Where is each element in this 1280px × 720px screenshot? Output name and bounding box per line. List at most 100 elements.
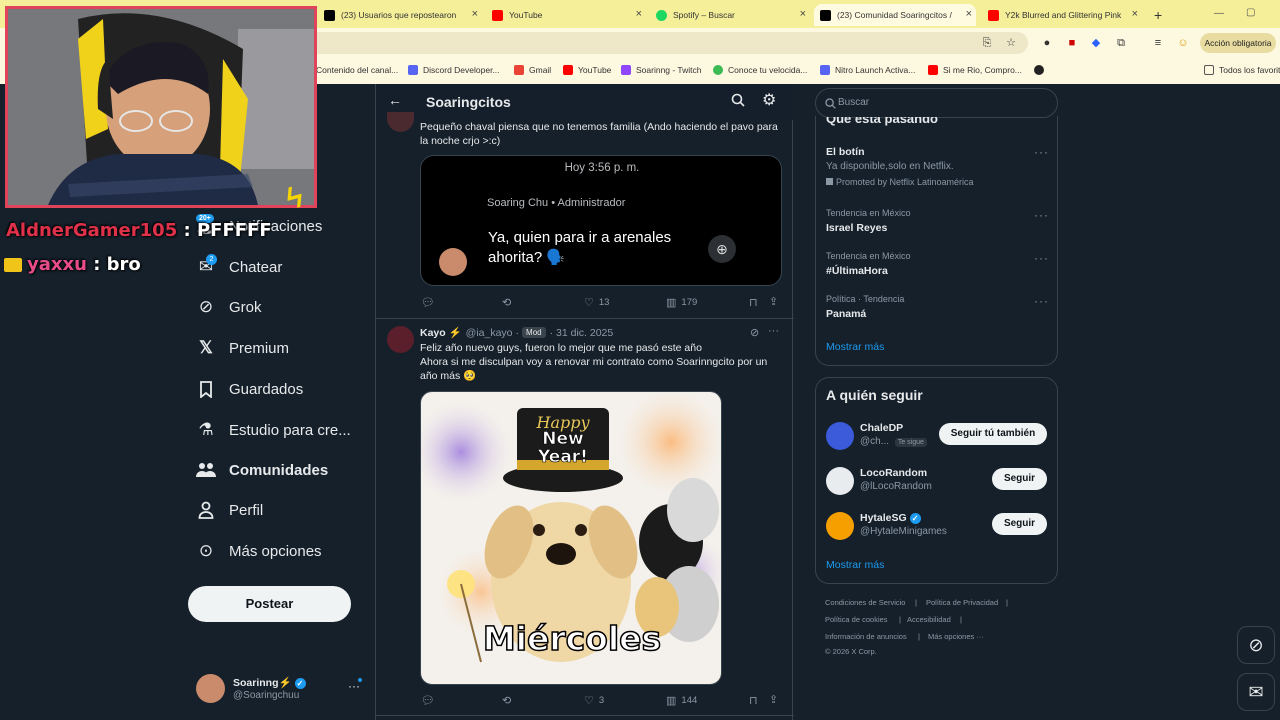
show-more-link[interactable]: Mostrar más: [826, 559, 884, 571]
footer-link[interactable]: Accesibilidad: [907, 615, 951, 624]
back-arrow-icon[interactable]: ←: [388, 92, 402, 108]
install-app-icon[interactable]: ⎘: [980, 36, 994, 50]
people-icon: [196, 460, 216, 480]
restore-icon[interactable]: ▢: [1246, 7, 1255, 18]
bookmark-item[interactable]: Nitro Launch Activa...: [820, 65, 915, 75]
follow-button[interactable]: Seguir: [992, 513, 1047, 535]
bookmark-item[interactable]: Gmail: [514, 65, 551, 75]
post-author-handle[interactable]: @ia_kayo: [466, 327, 513, 339]
grok-floating-button[interactable]: ⊘: [1237, 626, 1275, 664]
minimize-icon[interactable]: —: [1214, 8, 1224, 19]
like-button[interactable]: ♡ 13: [584, 296, 609, 309]
post-image[interactable]: Happy New Year! Miércoles: [420, 391, 722, 685]
avatar: [387, 112, 414, 132]
views-button[interactable]: ▥ 179: [666, 296, 697, 309]
all-bookmarks-folder[interactable]: Todos los favorit: [1204, 65, 1280, 75]
nav-premium[interactable]: 𝕏 Premium: [196, 333, 289, 363]
nav-communities[interactable]: Comunidades: [196, 455, 328, 485]
hat-text: Year!: [537, 447, 588, 467]
search-box[interactable]: Buscar: [815, 88, 1058, 118]
puzzle-icon[interactable]: ⧉: [1114, 36, 1128, 50]
close-tab-icon[interactable]: ×: [472, 8, 478, 20]
share-button[interactable]: ⇪: [769, 693, 783, 706]
repost-button[interactable]: ⟲: [502, 694, 516, 707]
address-bar[interactable]: ⎘ ☆: [300, 32, 1028, 54]
bookmark-item[interactable]: Discord Developer...: [408, 65, 500, 75]
like-button[interactable]: ♡ 3: [584, 694, 604, 707]
close-tab-icon[interactable]: ×: [636, 8, 642, 20]
footer-link[interactable]: Política de Privacidad: [926, 598, 998, 607]
bookmark-item[interactable]: Si me Rio, Compro...: [928, 65, 1022, 75]
post-date[interactable]: · 31 dic. 2025: [550, 327, 614, 339]
avatar: [826, 512, 854, 540]
close-tab-icon[interactable]: ×: [966, 8, 972, 20]
close-tab-icon[interactable]: ×: [800, 8, 806, 20]
messages-floating-button[interactable]: ✉: [1237, 673, 1275, 711]
grok-icon[interactable]: ⊘: [750, 326, 759, 339]
media-control-icon[interactable]: ≡: [1151, 36, 1165, 50]
post-author-name[interactable]: Kayo ⚡: [420, 326, 462, 339]
account-switcher[interactable]: Soarinng⚡ ✓ @Soaringchuu ···: [196, 674, 366, 708]
action-required-button[interactable]: Acción obligatoria: [1200, 33, 1276, 53]
bookmark-item[interactable]: YouTube: [563, 65, 611, 75]
views-button[interactable]: ▥ 144: [666, 694, 697, 707]
browser-tab[interactable]: (23) Usuarios que repostearon ×: [318, 4, 482, 26]
nav-more-options[interactable]: ⊙ Más opciones: [196, 536, 322, 566]
nav-profile[interactable]: Perfil: [196, 495, 263, 525]
bookmark-item[interactable]: Conoce tu velocida...: [713, 65, 807, 75]
nav-grok[interactable]: ⊘ Grok: [196, 292, 262, 322]
post-media[interactable]: Hoy 3:56 p. m. Soaring Chu • Administrad…: [420, 155, 782, 286]
follow-button[interactable]: Seguir: [992, 468, 1047, 490]
bookmark-item[interactable]: [1034, 65, 1049, 75]
star-icon[interactable]: ☆: [1004, 36, 1018, 50]
speedtest-icon: [713, 65, 723, 75]
bookmark-item[interactable]: Contenido del canal...: [316, 65, 398, 75]
browser-tab[interactable]: Spotify – Buscar ×: [650, 4, 810, 26]
search-icon[interactable]: [731, 93, 745, 107]
repost-button[interactable]: ⟲: [502, 296, 516, 309]
follow-suggestion[interactable]: ChaleDP @ch... Te sigue Seguir tú tambié…: [816, 418, 1059, 456]
follow-back-button[interactable]: Seguir tú también: [939, 423, 1047, 445]
nav-creator-studio[interactable]: ⚗ Estudio para cre...: [196, 415, 350, 445]
show-more-link[interactable]: Mostrar más: [826, 341, 884, 353]
footer-link[interactable]: Más opciones ···: [928, 632, 984, 641]
trend-item[interactable]: Tendencia en México Israel Reyes ···: [816, 205, 1059, 245]
profile-avatar-icon[interactable]: ☺: [1176, 36, 1190, 50]
new-tab-button[interactable]: +: [1148, 4, 1168, 26]
bookmark-button[interactable]: ⊓: [749, 694, 763, 707]
more-icon[interactable]: ···: [1034, 251, 1049, 265]
discord-icon: [408, 65, 418, 75]
extension-icon[interactable]: ●: [1040, 36, 1054, 50]
bookmark-item[interactable]: Soarinng - Twitch: [621, 65, 702, 75]
footer-separator: |: [960, 615, 962, 624]
suggestion-name: HytaleSG: [860, 512, 907, 524]
more-icon[interactable]: ···: [1034, 294, 1049, 308]
browser-tab[interactable]: Y2k Blurred and Glittering Pink ×: [982, 4, 1142, 26]
reply-button[interactable]: 💬︎: [421, 296, 440, 309]
add-reaction-icon[interactable]: ⊕: [708, 235, 736, 263]
share-button[interactable]: ⇪: [769, 295, 783, 308]
footer-link[interactable]: Política de cookies: [825, 615, 888, 624]
browser-tab[interactable]: YouTube ×: [486, 4, 646, 26]
more-icon[interactable]: ···: [1034, 145, 1049, 159]
close-tab-icon[interactable]: ×: [1132, 8, 1138, 20]
footer-link[interactable]: Condiciones de Servicio: [825, 598, 905, 607]
more-icon[interactable]: ···: [1034, 208, 1049, 222]
trend-item[interactable]: Política · Tendencia Panamá ···: [816, 291, 1059, 331]
reply-button[interactable]: 💬︎: [421, 694, 440, 707]
nav-bookmarks[interactable]: Guardados: [196, 374, 303, 404]
post-button[interactable]: Postear: [188, 586, 351, 622]
more-icon[interactable]: ···: [768, 325, 779, 337]
trend-item[interactable]: Tendencia en México #ÚltimaHora ···: [816, 248, 1059, 288]
follow-suggestion[interactable]: HytaleSG ✓ @HytaleMinigames Seguir: [816, 508, 1059, 546]
gear-icon[interactable]: ⚙: [762, 90, 776, 110]
extension-icon[interactable]: ■: [1065, 36, 1079, 50]
tab-title: (23) Comunidad Soaringcitos /: [837, 10, 952, 20]
nav-label: Guardados: [229, 380, 304, 398]
extension-icon[interactable]: ◆: [1089, 36, 1103, 50]
footer-link[interactable]: Información de anuncios: [825, 632, 907, 641]
follow-suggestion[interactable]: LocoRandom @lLocoRandom Seguir: [816, 463, 1059, 501]
trend-item[interactable]: El botín Ya disponible,solo en Netflix. …: [816, 140, 1059, 196]
browser-tab-active[interactable]: (23) Comunidad Soaringcitos / ×: [814, 4, 976, 26]
bookmark-button[interactable]: ⊓: [749, 296, 763, 309]
